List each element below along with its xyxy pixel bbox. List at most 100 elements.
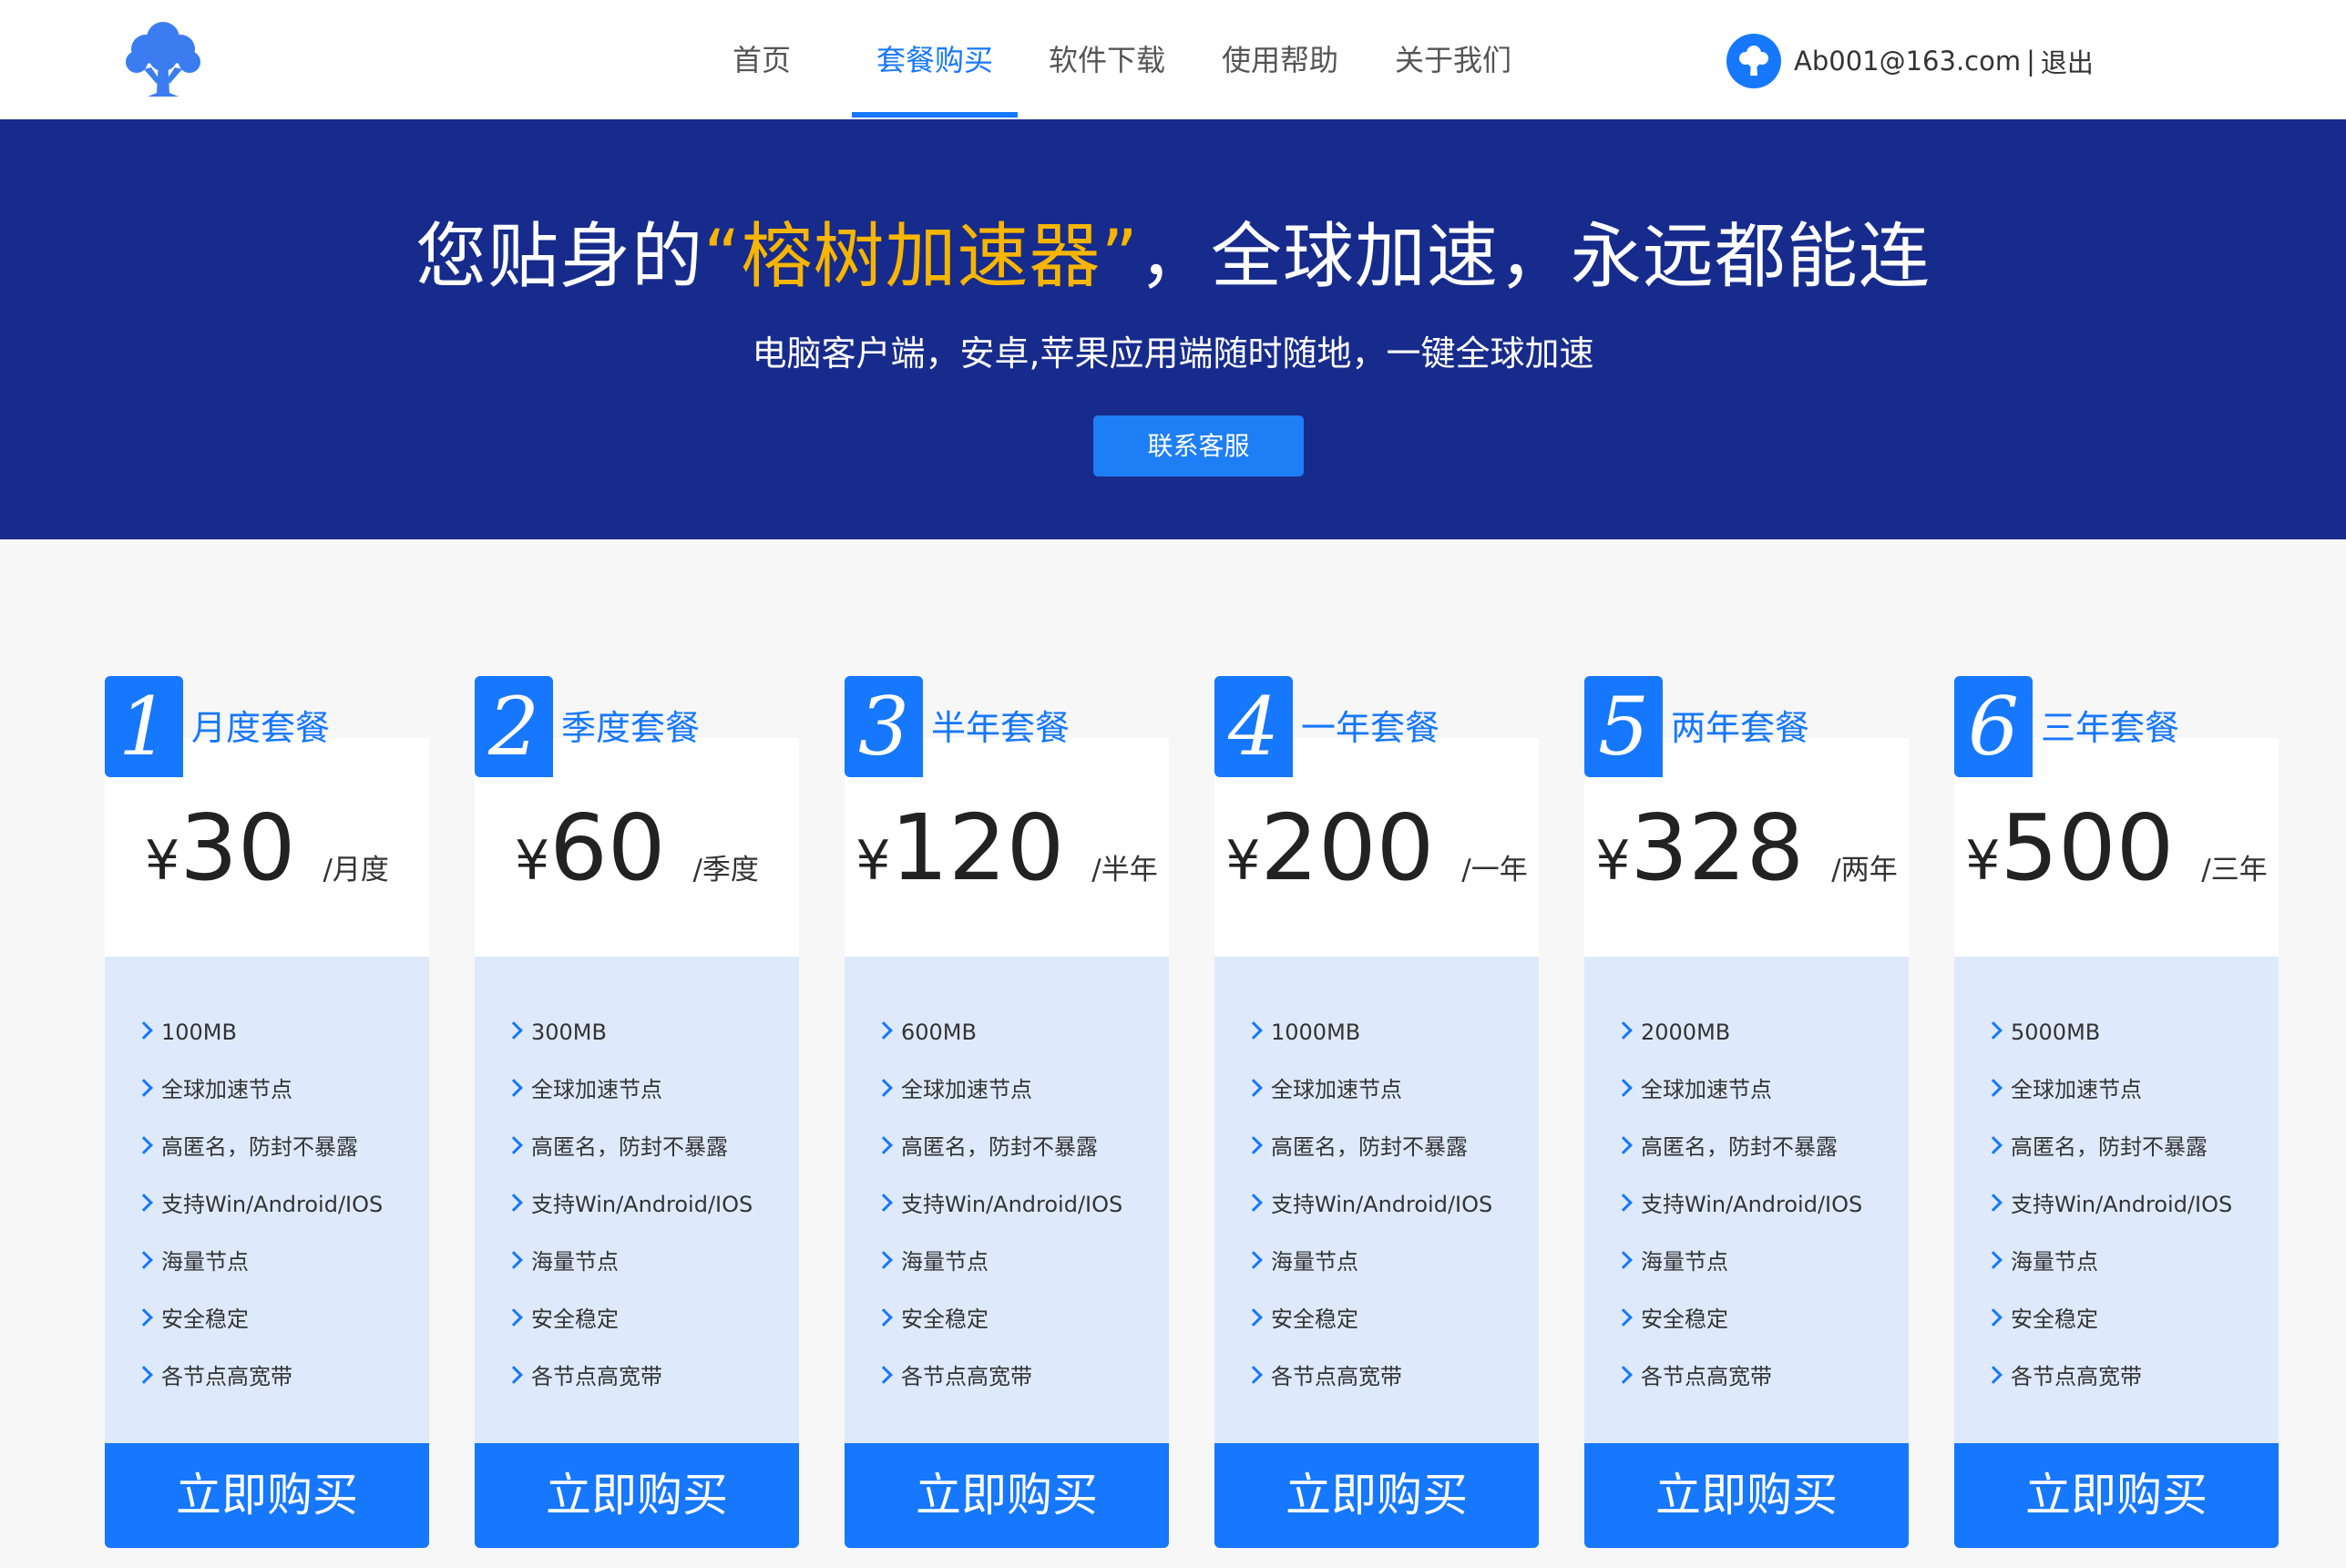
chevron-right-icon xyxy=(1614,1366,1633,1384)
avatar[interactable] xyxy=(1726,34,1781,88)
chevron-right-icon xyxy=(1245,1251,1263,1269)
feature-item: 全球加速节点 xyxy=(1984,1071,2142,1108)
user-tree-icon xyxy=(1739,46,1768,76)
feature-item: 300MB xyxy=(505,1014,607,1050)
currency-symbol: ¥ xyxy=(1595,829,1631,893)
feature-item: 安全稳定 xyxy=(875,1301,989,1337)
plan-name: 三年套餐 xyxy=(2041,708,2180,748)
chevron-right-icon xyxy=(505,1021,523,1040)
plan-price: ¥30/月度 xyxy=(105,794,429,901)
feature-item: 各节点高宽带 xyxy=(1984,1358,2142,1395)
top-header: 首页 套餐购买 软件下载 使用帮助 关于我们 Ab001@163.com | 退… xyxy=(0,0,2346,119)
buy-now-button[interactable]: 立即购买 xyxy=(475,1443,799,1548)
plan-card: 5 两年套餐 ¥328/两年 2000MB 全球加速节点 高匿名，防封不暴露 支… xyxy=(1584,676,1909,1548)
plan-name: 季度套餐 xyxy=(561,708,701,748)
feature-item: 全球加速节点 xyxy=(1245,1071,1402,1108)
plan-features: 600MB 全球加速节点 高匿名，防封不暴露 支持Win/Android/IOS… xyxy=(845,957,1169,1443)
chevron-right-icon xyxy=(875,1079,893,1097)
chevron-right-icon xyxy=(135,1251,153,1269)
chevron-right-icon xyxy=(1245,1021,1263,1040)
feature-item: 支持Win/Android/IOS xyxy=(1984,1186,2232,1223)
currency-symbol: ¥ xyxy=(1225,829,1261,893)
plan-number-badge: 2 xyxy=(475,676,553,777)
chevron-right-icon xyxy=(1984,1366,2003,1384)
chevron-right-icon xyxy=(875,1194,893,1212)
buy-now-button[interactable]: 立即购买 xyxy=(845,1443,1169,1548)
hero-title: 您贴身的“榕树加速器”，全球加速，永远都能连 xyxy=(0,200,2346,302)
chevron-right-icon xyxy=(505,1366,523,1384)
banyan-tree-logo-icon[interactable] xyxy=(124,18,202,98)
chevron-right-icon xyxy=(505,1136,523,1154)
feature-item: 高匿名，防封不暴露 xyxy=(875,1129,1098,1165)
chevron-right-icon xyxy=(1245,1079,1263,1097)
chevron-right-icon xyxy=(1614,1136,1633,1154)
currency-symbol: ¥ xyxy=(145,829,180,893)
feature-item: 高匿名，防封不暴露 xyxy=(1614,1129,1838,1165)
user-info: Ab001@163.com | 退出 xyxy=(1726,34,2094,88)
chevron-right-icon xyxy=(875,1021,893,1040)
hero-subtitle: 电脑客户端，安卓,苹果应用端随时随地，一键全球加速 xyxy=(752,333,1594,374)
plan-features: 1000MB 全球加速节点 高匿名，防封不暴露 支持Win/Android/IO… xyxy=(1214,957,1539,1443)
feature-item: 600MB xyxy=(875,1014,977,1050)
feature-item: 安全稳定 xyxy=(1245,1301,1358,1337)
chevron-right-icon xyxy=(1245,1136,1263,1154)
chevron-right-icon xyxy=(505,1079,523,1097)
chevron-right-icon xyxy=(1614,1021,1633,1040)
price-amount: 200 xyxy=(1260,794,1435,901)
price-amount: 30 xyxy=(179,794,296,901)
feature-item: 高匿名，防封不暴露 xyxy=(505,1129,728,1165)
plan-features: 2000MB 全球加速节点 高匿名，防封不暴露 支持Win/Android/IO… xyxy=(1584,957,1909,1443)
chevron-right-icon xyxy=(1614,1251,1633,1269)
chevron-right-icon xyxy=(135,1079,153,1097)
nav-packages[interactable]: 套餐购买 xyxy=(852,0,1018,119)
price-amount: 500 xyxy=(2000,794,2175,901)
chevron-right-icon xyxy=(1984,1194,2003,1212)
feature-item: 各节点高宽带 xyxy=(875,1358,1032,1395)
plan-features: 100MB 全球加速节点 高匿名，防封不暴露 支持Win/Android/IOS… xyxy=(105,957,429,1443)
hero-title-brand: “榕树加速器” xyxy=(703,216,1139,298)
feature-item: 海量节点 xyxy=(1984,1244,2098,1280)
feature-item: 各节点高宽带 xyxy=(1614,1358,1772,1395)
price-amount: 60 xyxy=(549,794,666,901)
buy-now-button[interactable]: 立即购买 xyxy=(1954,1443,2279,1548)
contact-support-button[interactable]: 联系客服 xyxy=(1093,415,1304,477)
feature-item: 全球加速节点 xyxy=(1614,1071,1772,1108)
chevron-right-icon xyxy=(1984,1136,2003,1154)
feature-item: 各节点高宽带 xyxy=(505,1358,662,1395)
plans-section: 1 月度套餐 ¥30/月度 100MB 全球加速节点 高匿名，防封不暴露 支持W… xyxy=(0,539,2346,1568)
plan-price: ¥500/三年 xyxy=(1954,794,2279,901)
nav-help[interactable]: 使用帮助 xyxy=(1207,0,1353,119)
price-amount: 120 xyxy=(890,794,1065,901)
nav-download[interactable]: 软件下载 xyxy=(1034,0,1180,119)
feature-item: 高匿名，防封不暴露 xyxy=(1245,1129,1468,1165)
plan-number-badge: 6 xyxy=(1954,676,2033,777)
chevron-right-icon xyxy=(135,1308,153,1327)
chevron-right-icon xyxy=(135,1136,153,1154)
plan-name: 两年套餐 xyxy=(1671,708,1810,748)
buy-now-button[interactable]: 立即购买 xyxy=(105,1443,429,1548)
plan-price: ¥328/两年 xyxy=(1584,794,1909,901)
feature-item: 安全稳定 xyxy=(1614,1301,1728,1337)
plan-name: 一年套餐 xyxy=(1301,708,1440,748)
price-amount: 328 xyxy=(1630,794,1805,901)
price-unit: /三年 xyxy=(2201,854,2268,886)
hero-title-post: ，全球加速，永远都能连 xyxy=(1138,216,1931,298)
feature-item: 高匿名，防封不暴露 xyxy=(135,1129,358,1165)
buy-now-button[interactable]: 立即购买 xyxy=(1214,1443,1539,1548)
plan-card: 3 半年套餐 ¥120/半年 600MB 全球加速节点 高匿名，防封不暴露 支持… xyxy=(845,676,1169,1548)
feature-item: 海量节点 xyxy=(505,1244,619,1280)
plan-name: 半年套餐 xyxy=(931,708,1071,748)
chevron-right-icon xyxy=(505,1308,523,1327)
hero-banner: 您贴身的“榕树加速器”，全球加速，永远都能连 电脑客户端，安卓,苹果应用端随时随… xyxy=(0,119,2346,539)
logout-link[interactable]: 退出 xyxy=(2041,42,2094,80)
user-email: Ab001@163.com xyxy=(1794,46,2022,77)
chevron-right-icon xyxy=(505,1194,523,1212)
plan-features: 300MB 全球加速节点 高匿名，防封不暴露 支持Win/Android/IOS… xyxy=(475,957,799,1443)
nav-about[interactable]: 关于我们 xyxy=(1380,0,1526,119)
feature-item: 海量节点 xyxy=(1614,1244,1728,1280)
buy-now-button[interactable]: 立即购买 xyxy=(1584,1443,1909,1548)
plan-number-badge: 5 xyxy=(1584,676,1663,777)
feature-item: 海量节点 xyxy=(1245,1244,1358,1280)
nav-home[interactable]: 首页 xyxy=(711,0,813,119)
chevron-right-icon xyxy=(1984,1308,2003,1327)
